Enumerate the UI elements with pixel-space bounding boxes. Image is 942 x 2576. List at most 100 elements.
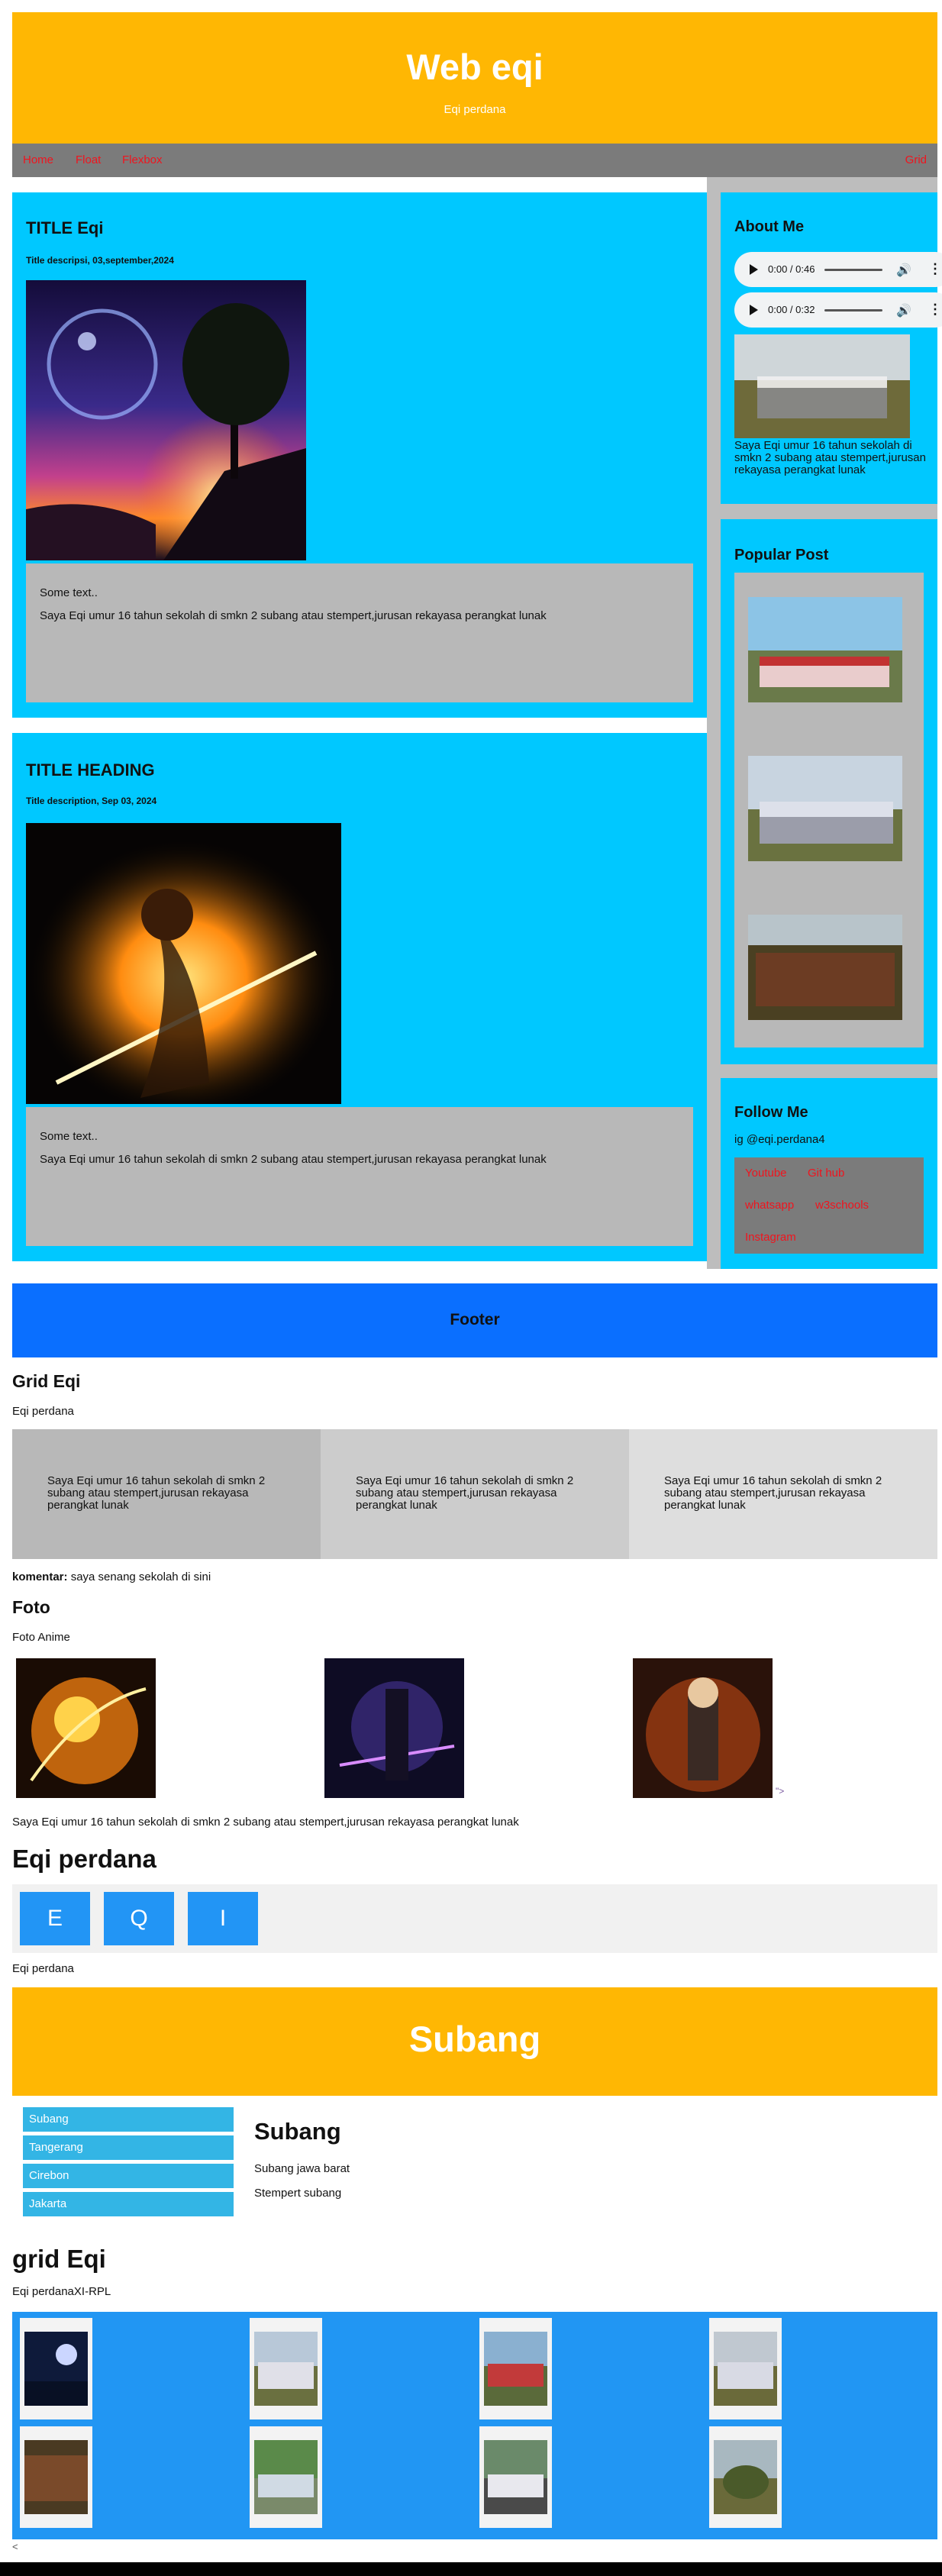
popular-photo <box>748 756 902 861</box>
grid-photo <box>709 2318 782 2419</box>
grid-photo <box>250 2426 322 2528</box>
grid-photo <box>20 2318 92 2419</box>
subang-title: Subang <box>408 2019 541 2059</box>
comment: komentar: saya senang sekolah di sini <box>12 1570 211 1583</box>
link-github[interactable]: Git hub <box>808 1167 844 1180</box>
flex-item: E <box>20 1892 90 1945</box>
grid-photo <box>709 2426 782 2528</box>
link-instagram[interactable]: Instagram <box>745 1231 796 1244</box>
post-text-box: Some text.. Saya Eqi umur 16 tahun sekol… <box>26 563 693 702</box>
follow-title: Follow Me <box>734 1104 808 1121</box>
foto-caption: Saya Eqi umur 16 tahun sekolah di smkn 2… <box>12 1816 519 1829</box>
audio-player-2[interactable]: 0:00 / 0:32 🔊 ⋮ <box>734 292 942 328</box>
nav-link-flexbox[interactable]: Flexbox <box>122 153 163 166</box>
about-text: Saya Eqi umur 16 tahun sekolah di smkn 2… <box>734 439 926 476</box>
photo-grid <box>12 2312 937 2539</box>
link-youtube[interactable]: Youtube <box>745 1167 787 1180</box>
flex-caption: Eqi perdana <box>12 1962 74 1975</box>
grid-photo <box>479 2426 552 2528</box>
grid-title: Grid Eqi <box>12 1371 81 1391</box>
post-image-space <box>26 280 306 560</box>
subang-line-2: Stempert subang <box>254 2187 342 2200</box>
follow-links: Youtube Git hub whatsapp w3schools Insta… <box>734 1157 924 1254</box>
audio-progress-slider[interactable] <box>824 309 882 312</box>
popular-list <box>734 573 924 1048</box>
more-options-icon[interactable]: ⋮ <box>928 302 942 318</box>
post-image-fire <box>26 823 341 1104</box>
grid-photo <box>479 2318 552 2419</box>
post-card-2: TITLE HEADING Title description, Sep 03,… <box>12 733 707 1261</box>
grid-cell: Saya Eqi umur 16 tahun sekolah di smkn 2… <box>321 1429 629 1559</box>
post-body: Saya Eqi umur 16 tahun sekolah di smkn 2… <box>40 609 547 622</box>
grid2-subtitle: Eqi perdanaXI-RPL <box>12 2285 111 2298</box>
post-card-1: TITLE Eqi Title descripsi, 03,september,… <box>12 192 707 718</box>
site-subtitle: Eqi perdana <box>444 103 506 116</box>
grid-cell-text: Saya Eqi umur 16 tahun sekolah di smkn 2… <box>47 1474 266 1512</box>
volume-icon[interactable]: 🔊 <box>896 263 911 278</box>
post-body: Saya Eqi umur 16 tahun sekolah di smkn 2… <box>40 1153 547 1166</box>
post-text-box: Some text.. Saya Eqi umur 16 tahun sekol… <box>26 1107 693 1246</box>
footer-title: Footer <box>450 1311 500 1328</box>
volume-icon[interactable]: 🔊 <box>896 303 911 318</box>
comment-label: komentar: <box>12 1570 68 1583</box>
subang-line-1: Subang jawa barat <box>254 2162 350 2175</box>
popular-title: Popular Post <box>734 547 829 563</box>
bottom-bar <box>0 2562 942 2576</box>
grid-cell-text: Saya Eqi umur 16 tahun sekolah di smkn 2… <box>664 1474 882 1512</box>
site-title: Web eqi <box>406 47 544 87</box>
grid-cell: Saya Eqi umur 16 tahun sekolah di smkn 2… <box>629 1429 937 1559</box>
about-title: About Me <box>734 218 805 235</box>
popular-photo <box>748 597 902 702</box>
play-icon[interactable] <box>750 264 758 275</box>
menu-item-tangerang[interactable]: Tangerang <box>23 2135 234 2160</box>
nav-link-grid[interactable]: Grid <box>905 153 927 166</box>
post-some-text: Some text.. <box>40 1130 98 1143</box>
nav-link-float[interactable]: Float <box>76 153 101 166</box>
nav-link-home[interactable]: Home <box>23 153 53 166</box>
link-whatsapp[interactable]: whatsapp <box>745 1199 794 1212</box>
play-icon[interactable] <box>750 305 758 315</box>
anime-photo <box>633 1658 773 1798</box>
audio-time: 0:00 / 0:32 <box>768 304 815 315</box>
stray-markup-text: < <box>12 2541 18 2552</box>
popular-post-card: Popular Post <box>721 519 937 1064</box>
about-me-card: About Me 0:00 / 0:46 🔊 ⋮ 0:00 / 0:32 🔊 ⋮… <box>721 192 942 504</box>
grid-photo <box>250 2318 322 2419</box>
foto-subtitle: Foto Anime <box>12 1631 70 1644</box>
more-options-icon[interactable]: ⋮ <box>928 261 942 277</box>
foto-title: Foto <box>12 1597 50 1617</box>
comment-text: saya senang sekolah di sini <box>67 1570 211 1583</box>
footer: Footer <box>12 1283 937 1357</box>
subang-banner: Subang <box>12 1987 937 2096</box>
instagram-handle: ig @eqi.perdana4 <box>734 1133 825 1146</box>
site-header: Web eqi Eqi perdana <box>12 12 937 144</box>
post-title: TITLE Eqi <box>26 218 104 237</box>
menu-item-subang[interactable]: Subang <box>23 2107 234 2132</box>
flex-title: Eqi perdana <box>12 1845 156 1873</box>
popular-photo <box>748 915 902 1020</box>
grid-subtitle: Eqi perdana <box>12 1405 74 1418</box>
post-some-text: Some text.. <box>40 586 98 599</box>
stray-markup-text: "> <box>776 1786 785 1796</box>
grid2-title: grid Eqi <box>12 2245 106 2273</box>
anime-photo <box>324 1658 464 1798</box>
menu-item-jakarta[interactable]: Jakarta <box>23 2192 234 2216</box>
top-nav: Home Float Flexbox Grid <box>12 144 937 177</box>
anime-photo <box>16 1658 156 1798</box>
about-photo <box>734 334 910 438</box>
link-w3schools[interactable]: w3schools <box>815 1199 869 1212</box>
grid-cell: Saya Eqi umur 16 tahun sekolah di smkn 2… <box>12 1429 321 1559</box>
post-description: Title description, Sep 03, 2024 <box>26 796 157 806</box>
grid-cell-text: Saya Eqi umur 16 tahun sekolah di smkn 2… <box>356 1474 574 1512</box>
menu-item-cirebon[interactable]: Cirebon <box>23 2164 234 2188</box>
post-title: TITLE HEADING <box>26 760 155 780</box>
audio-time: 0:00 / 0:46 <box>768 263 815 275</box>
flex-item: I <box>188 1892 258 1945</box>
subang-heading: Subang <box>254 2118 341 2145</box>
flex-item: Q <box>104 1892 174 1945</box>
follow-me-card: Follow Me ig @eqi.perdana4 Youtube Git h… <box>721 1078 937 1269</box>
audio-player-1[interactable]: 0:00 / 0:46 🔊 ⋮ <box>734 252 942 287</box>
audio-progress-slider[interactable] <box>824 269 882 271</box>
grid-photo <box>20 2426 92 2528</box>
post-description: Title descripsi, 03,september,2024 <box>26 255 174 266</box>
